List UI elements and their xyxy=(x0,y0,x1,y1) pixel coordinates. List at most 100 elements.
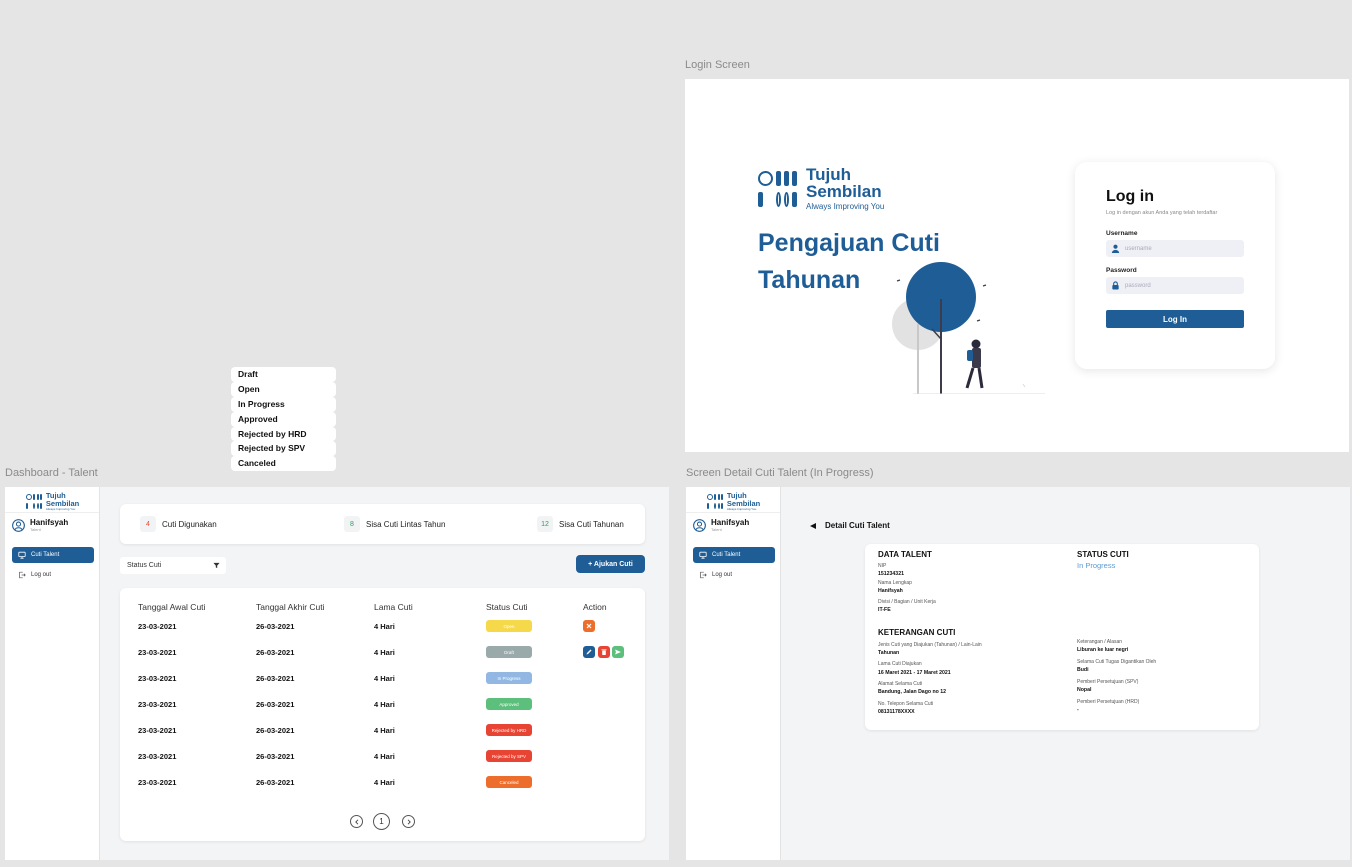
start-date-cell: 23-03-2021 xyxy=(138,648,177,657)
end-date-cell: 26-03-2021 xyxy=(256,622,295,631)
prev-page-button[interactable] xyxy=(350,815,363,828)
start-date-cell: 23-03-2021 xyxy=(138,752,177,761)
detail-card: DATA TALENT NIP 151234321 Nama Lengkap H… xyxy=(865,544,1259,730)
alamat-value: Bandung, Jalan Dago no 12 xyxy=(878,689,947,695)
start-date-cell: 23-03-2021 xyxy=(138,622,177,631)
back-button[interactable]: Detail Cuti Talent xyxy=(809,521,890,530)
monitor-icon xyxy=(18,551,26,559)
login-card: Log in Log in dengan akun Anda yang tela… xyxy=(1075,162,1275,369)
user-profile: Hanifsyah Talent xyxy=(693,518,749,532)
status-badge: Approved xyxy=(486,698,532,710)
brand-line2: Sembilan xyxy=(45,498,80,508)
sidebar-item-label: Cuti Talent xyxy=(712,552,741,558)
user-role: Talent xyxy=(30,527,41,532)
close-icon xyxy=(586,623,592,629)
logout-icon xyxy=(699,571,707,579)
divider xyxy=(5,512,99,513)
stat-sisa-tahunan: 12 Sisa Cuti Tahunan xyxy=(537,516,624,532)
dropdown-option[interactable]: Canceled xyxy=(231,456,336,472)
cancel-button[interactable] xyxy=(583,620,595,632)
detail-screen: Tujuh Sembilan Always Improving You Hani… xyxy=(686,487,1350,860)
hrd-label: Pemberi Persetujuan (HRD) xyxy=(1077,699,1140,705)
duration-cell: 4 Hari xyxy=(374,622,395,631)
spv-value: Nopal xyxy=(1077,687,1092,693)
logout-icon xyxy=(18,571,26,579)
telp-value: 08131178XXXX xyxy=(878,709,915,715)
edit-button[interactable] xyxy=(583,646,595,658)
jenis-value: Tahunan xyxy=(878,650,900,656)
alamat-label: Alamat Selama Cuti xyxy=(878,681,923,687)
next-page-button[interactable] xyxy=(402,815,415,828)
dropdown-option[interactable]: In Progress xyxy=(231,396,336,412)
back-arrow-icon xyxy=(809,522,817,530)
leave-stats-card: 4 Cuti Digunakan 8 Sisa Cuti Lintas Tahu… xyxy=(120,504,645,544)
sidebar-item-logout[interactable]: Log out xyxy=(18,571,51,579)
brand-logo: Tujuh Sembilan Always Improving You xyxy=(758,166,884,211)
dropdown-option[interactable]: Rejected by HRD xyxy=(231,426,336,442)
leave-table: Tanggal Awal Cuti Tanggal Akhir Cuti Lam… xyxy=(120,588,645,841)
ajukan-cuti-button[interactable]: + Ajukan Cuti xyxy=(576,555,645,573)
duration-cell: 4 Hari xyxy=(374,726,395,735)
submit-button[interactable] xyxy=(612,646,624,658)
division-value: IT-FE xyxy=(878,607,891,613)
avatar-icon xyxy=(12,518,25,532)
table-row: 23-03-2021 26-03-2021 4 Hari Open xyxy=(120,620,645,648)
login-subheading: Log in dengan akun Anda yang telah terda… xyxy=(1106,210,1218,216)
dropdown-option[interactable]: Draft xyxy=(231,367,336,382)
table-row: 23-03-2021 26-03-2021 4 Hari Approved xyxy=(120,698,645,726)
brand-line1: Tujuh xyxy=(806,165,851,184)
pengganti-value: Budi xyxy=(1077,667,1089,673)
sidebar-item-label: Log out xyxy=(31,572,52,578)
stat-value: 12 xyxy=(537,516,553,532)
login-button[interactable]: Log In xyxy=(1106,310,1244,328)
start-date-cell: 23-03-2021 xyxy=(138,700,177,709)
stat-label: Sisa Cuti Tahunan xyxy=(559,519,624,529)
jenis-label: Jenis Cuti yang Diajukan (Tahunan) / Lai… xyxy=(878,642,982,648)
status-badge: Rejected by HRD xyxy=(486,724,532,736)
password-input[interactable]: password xyxy=(1106,277,1244,294)
brand-tagline: Always Improving You xyxy=(726,507,757,511)
divider xyxy=(686,512,780,513)
sidebar: Tujuh Sembilan Always Improving You Hani… xyxy=(5,487,100,860)
status-filter-select[interactable]: Status Cuti xyxy=(120,557,226,574)
password-label: Password xyxy=(1106,267,1137,274)
name-label: Nama Lengkap xyxy=(878,580,912,586)
trash-icon xyxy=(601,649,606,655)
person-walking-illustration xyxy=(892,262,1045,394)
table-row: 23-03-2021 26-03-2021 4 Hari In Progress xyxy=(120,672,645,700)
status-badge: In Progress xyxy=(486,672,532,684)
sidebar-item-logout[interactable]: Log out xyxy=(699,571,732,579)
column-header: Tanggal Akhir Cuti xyxy=(256,602,325,612)
start-date-cell: 23-03-2021 xyxy=(138,674,177,683)
stat-label: Sisa Cuti Lintas Tahun xyxy=(366,519,446,529)
delete-button[interactable] xyxy=(597,646,610,658)
page-number-button[interactable]: 1 xyxy=(373,813,390,830)
nip-label: NIP xyxy=(878,563,887,569)
dashboard-frame-label: Dashboard - Talent xyxy=(5,467,98,479)
stat-value: 8 xyxy=(344,516,360,532)
table-row: 23-03-2021 26-03-2021 4 Hari Rejected by SP… xyxy=(120,750,645,778)
dropdown-option[interactable]: Open xyxy=(231,381,336,397)
username-placeholder: username xyxy=(1125,245,1152,252)
table-row: 23-03-2021 26-03-2021 4 Hari Draft xyxy=(120,646,645,674)
lama-value: 16 Maret 2021 - 17 Maret 2021 xyxy=(878,670,951,676)
spv-label: Pemberi Persetujuan (SPV) xyxy=(1077,679,1139,685)
login-screen: Tujuh Sembilan Always Improving You Peng… xyxy=(685,79,1349,452)
pencil-icon xyxy=(586,649,592,655)
end-date-cell: 26-03-2021 xyxy=(256,674,295,683)
sidebar-item-cuti-talent[interactable]: Cuti Talent xyxy=(12,547,94,563)
brand-tagline: Always Improving You xyxy=(806,202,885,211)
back-label: Detail Cuti Talent xyxy=(825,521,890,530)
username-input[interactable]: username xyxy=(1106,240,1244,257)
login-heading: Log in xyxy=(1106,188,1154,205)
section-data-talent: DATA TALENT xyxy=(878,550,932,559)
dropdown-option[interactable]: Rejected by SPV xyxy=(231,441,336,457)
sidebar-item-label: Cuti Talent xyxy=(31,552,60,558)
status-filter-label: Status Cuti xyxy=(127,562,162,569)
column-header: Status Cuti xyxy=(486,602,528,612)
login-frame-label: Login Screen xyxy=(685,59,750,71)
dropdown-option[interactable]: Approved xyxy=(231,411,336,427)
user-role: Talent xyxy=(711,527,722,532)
logo-icon xyxy=(758,170,797,207)
sidebar-item-cuti-talent[interactable]: Cuti Talent xyxy=(693,547,775,563)
